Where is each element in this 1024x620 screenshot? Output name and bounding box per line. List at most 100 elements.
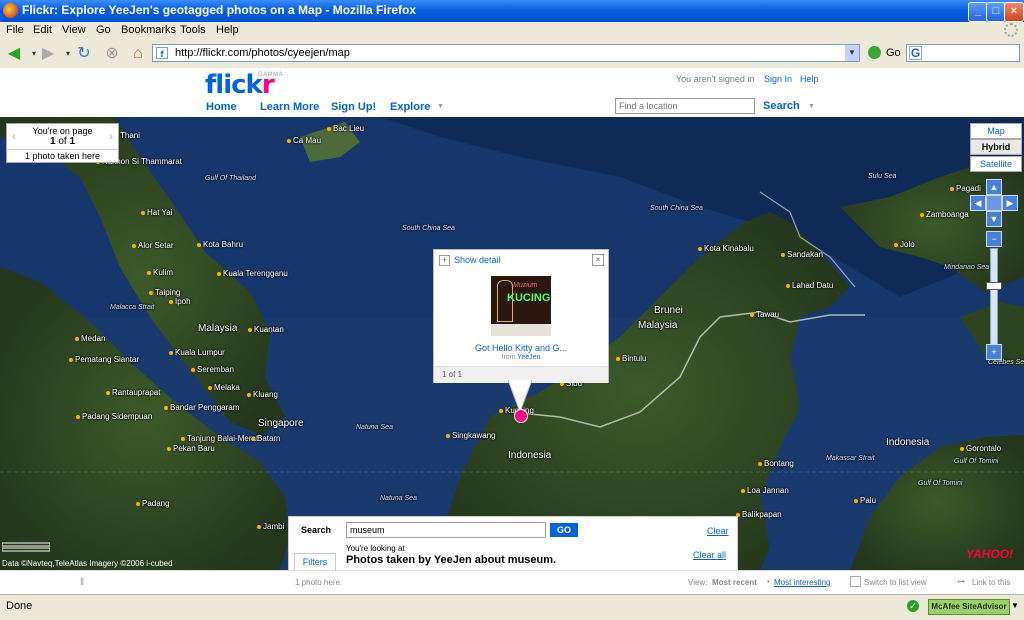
- link-to-this[interactable]: Link to this: [972, 578, 1010, 587]
- back-icon[interactable]: ◀: [4, 44, 24, 64]
- city-dot-icon: [136, 502, 140, 506]
- clear-all-link[interactable]: Clear all: [693, 550, 726, 560]
- resize-handle-icon[interactable]: ‖: [80, 577, 84, 588]
- sort-most-recent[interactable]: Most recent: [712, 578, 757, 587]
- place-label: Seremban: [197, 365, 234, 374]
- map-search-panel: Search GO Clear You're looking at Photos…: [288, 516, 738, 572]
- map-type-hybrid[interactable]: Hybrid: [970, 139, 1022, 155]
- place-label: Singkawang: [452, 431, 496, 440]
- browser-search-box[interactable]: G: [906, 44, 1020, 62]
- photo-owner-link[interactable]: YeeJen: [517, 354, 540, 361]
- place-label: Pekan Baru: [173, 444, 215, 453]
- google-icon: G: [909, 46, 922, 60]
- map-search-input[interactable]: [346, 522, 546, 538]
- menu-view[interactable]: View: [62, 24, 86, 36]
- city-dot-icon: [327, 127, 331, 131]
- maximize-button[interactable]: □: [986, 2, 1006, 22]
- city-dot-icon: [75, 337, 79, 341]
- city-dot-icon: [920, 213, 924, 217]
- url-dropdown-icon[interactable]: ▼: [845, 45, 859, 61]
- city-dot-icon: [191, 368, 195, 372]
- place-label: Kluang: [253, 390, 278, 399]
- navigation-toolbar: ◀ ▾ ▶ ▾ ↻ ⊗ ⌂ f http://flickr.com/photos…: [0, 40, 1024, 69]
- place-label: Balikpapan: [742, 510, 782, 519]
- switch-list-view-link[interactable]: Switch to list view: [864, 578, 927, 587]
- place-label: Taiping: [155, 288, 181, 297]
- city-dot-icon: [76, 415, 80, 419]
- city-dot-icon: [950, 187, 954, 191]
- city-dot-icon: [217, 272, 221, 276]
- place-label: Alor Setar: [138, 241, 174, 250]
- link-icon[interactable]: ⊶: [957, 577, 965, 586]
- photo-thumbnail[interactable]: Muzium KUCING: [491, 276, 551, 336]
- place-label: Sandakan: [787, 250, 824, 259]
- city-dot-icon: [750, 313, 754, 317]
- expand-icon[interactable]: +: [439, 255, 450, 266]
- nav-learn-more[interactable]: Learn More: [260, 101, 319, 113]
- place-label: Gulf Of Thailand: [205, 175, 256, 182]
- pan-up-icon[interactable]: ▲: [986, 179, 1002, 195]
- help-link[interactable]: Help: [800, 74, 819, 84]
- clear-link[interactable]: Clear: [707, 526, 729, 536]
- menu-file[interactable]: File: [6, 24, 24, 36]
- zoom-out-icon[interactable]: −: [986, 231, 1002, 247]
- find-location-input[interactable]: [615, 98, 755, 114]
- mcafee-siteadvisor-badge[interactable]: McAfee SiteAdvisor: [928, 599, 1010, 615]
- sort-most-interesting[interactable]: Most interesting: [774, 578, 830, 587]
- map-type-map[interactable]: Map: [970, 123, 1022, 139]
- search-dropdown-icon[interactable]: ▼: [808, 103, 815, 110]
- place-label: Tanjung Balai-Merat: [187, 434, 259, 443]
- go-icon[interactable]: [868, 46, 881, 59]
- place-label: Medan: [81, 334, 106, 343]
- city-dot-icon: [960, 447, 964, 451]
- reload-icon[interactable]: ↻: [74, 44, 94, 64]
- menu-bookmarks[interactable]: Bookmarks: [121, 24, 176, 36]
- place-label: Bandar Penggaram: [170, 403, 240, 412]
- map-canvas[interactable]: Thani Bac Lieu Ca Mau Nakhon Si Thammarat Gu…: [0, 117, 1024, 570]
- header-search-link[interactable]: Search: [763, 100, 800, 112]
- nav-home[interactable]: Home: [206, 101, 237, 113]
- place-label: Gulf Of Tomini: [918, 480, 963, 487]
- nav-explore[interactable]: Explore: [390, 101, 430, 113]
- city-dot-icon: [786, 284, 790, 288]
- pan-right-icon[interactable]: ▶: [1002, 195, 1018, 211]
- map-search-go-button[interactable]: GO: [550, 523, 578, 537]
- close-button[interactable]: ×: [1004, 2, 1024, 22]
- map-type-satellite[interactable]: Satellite: [970, 156, 1022, 172]
- nav-sign-up[interactable]: Sign Up!: [331, 101, 376, 113]
- list-view-icon[interactable]: [850, 576, 861, 587]
- zoom-in-icon[interactable]: +: [986, 344, 1002, 360]
- menu-edit[interactable]: Edit: [33, 24, 52, 36]
- place-label: Padang: [142, 499, 170, 508]
- minimize-button[interactable]: _: [968, 2, 988, 22]
- pan-center-icon[interactable]: [986, 195, 1002, 211]
- city-dot-icon: [147, 271, 151, 275]
- place-label: Bac Lieu: [333, 124, 365, 133]
- zoom-slider-thumb[interactable]: [986, 282, 1002, 290]
- pan-down-icon[interactable]: ▼: [986, 211, 1002, 227]
- menu-tools[interactable]: Tools: [180, 24, 206, 36]
- photo-location-marker[interactable]: [514, 409, 528, 423]
- status-bar: Done ✓ McAfee SiteAdvisor ▼: [0, 594, 1024, 620]
- place-label: Ipoh: [175, 297, 191, 306]
- photo-strip-bar: ‖ 1 photo here. View: Most recent • Most…: [0, 570, 1024, 595]
- city-dot-icon: [854, 499, 858, 503]
- place-label: Lahad Datu: [792, 281, 834, 290]
- stop-icon[interactable]: ⊗: [102, 44, 122, 64]
- mcafee-dropdown-icon[interactable]: ▼: [1011, 601, 1019, 610]
- url-bar[interactable]: f http://flickr.com/photos/cyeejen/map ▼: [152, 44, 860, 62]
- menu-help[interactable]: Help: [216, 24, 239, 36]
- menu-go[interactable]: Go: [96, 24, 111, 36]
- firefox-icon: [3, 3, 18, 18]
- photo-caption[interactable]: Got Hello Kitty and G...: [434, 343, 608, 353]
- explore-dropdown-icon[interactable]: ▼: [437, 103, 444, 110]
- zoom-slider-track[interactable]: [990, 248, 998, 350]
- popup-close-icon[interactable]: ×: [592, 254, 604, 266]
- sign-in-link[interactable]: Sign In: [764, 74, 792, 84]
- pan-left-icon[interactable]: ◀: [970, 195, 986, 211]
- go-label[interactable]: Go: [886, 47, 901, 59]
- home-icon[interactable]: ⌂: [128, 44, 148, 64]
- forward-icon[interactable]: ▶: [38, 44, 58, 64]
- popup-count: 1 of 1: [442, 370, 463, 379]
- show-detail-link[interactable]: Show detail: [454, 255, 501, 265]
